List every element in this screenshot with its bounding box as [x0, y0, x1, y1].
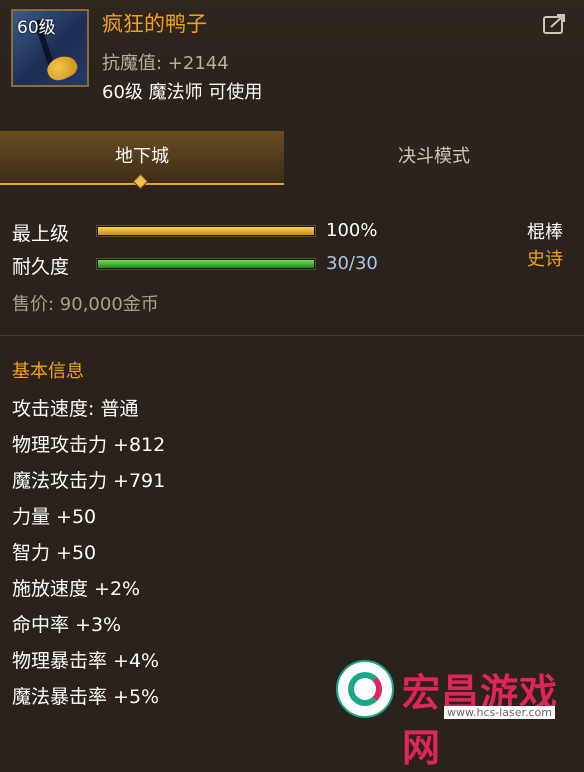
sell-price: 售价: 90,000金币: [12, 294, 159, 315]
site-watermark: 宏昌游戏网 www.hcs-laser.com: [334, 658, 584, 770]
basic-info-title: 基本信息: [12, 361, 84, 382]
watermark-logo-icon: [336, 660, 394, 718]
info-line-attack-speed: 攻击速度: 普通: [12, 398, 139, 420]
durability-bar-fill: [98, 260, 314, 268]
share-export-icon[interactable]: [542, 12, 568, 36]
tab-pvp[interactable]: 决斗模式: [284, 131, 584, 183]
item-level-badge: 60级: [17, 18, 56, 38]
info-line-intelligence: 智力 +50: [12, 542, 97, 564]
mode-tabs: 地下城 决斗模式: [0, 131, 584, 185]
info-line-hit-rate: 命中率 +3%: [12, 614, 122, 636]
rarity-label: 史诗: [527, 249, 563, 270]
info-line-magic-attack: 魔法攻击力 +791: [12, 470, 166, 492]
item-icon[interactable]: 60级: [11, 9, 89, 87]
magic-resistance: 抗魔值: +2144: [102, 53, 229, 74]
durability-value: 30/30: [326, 253, 378, 274]
info-line-strength: 力量 +50: [12, 506, 97, 528]
durability-bar: [96, 258, 316, 270]
item-name: 疯狂的鸭子: [102, 12, 207, 36]
info-line-physical-attack: 物理攻击力 +812: [12, 434, 166, 456]
upgrade-bar-fill: [98, 227, 314, 235]
durability-label: 耐久度: [12, 256, 70, 278]
section-divider: [0, 335, 584, 336]
watermark-url: www.hcs-laser.com: [444, 706, 555, 719]
weapon-type: 棍棒: [527, 222, 563, 243]
upgrade-label: 最上级: [12, 223, 70, 245]
upgrade-value: 100%: [326, 220, 378, 241]
usage-requirement: 60级 魔法师 可使用: [102, 82, 263, 103]
upgrade-bar: [96, 225, 316, 237]
info-line-cast-speed: 施放速度 +2%: [12, 578, 141, 600]
